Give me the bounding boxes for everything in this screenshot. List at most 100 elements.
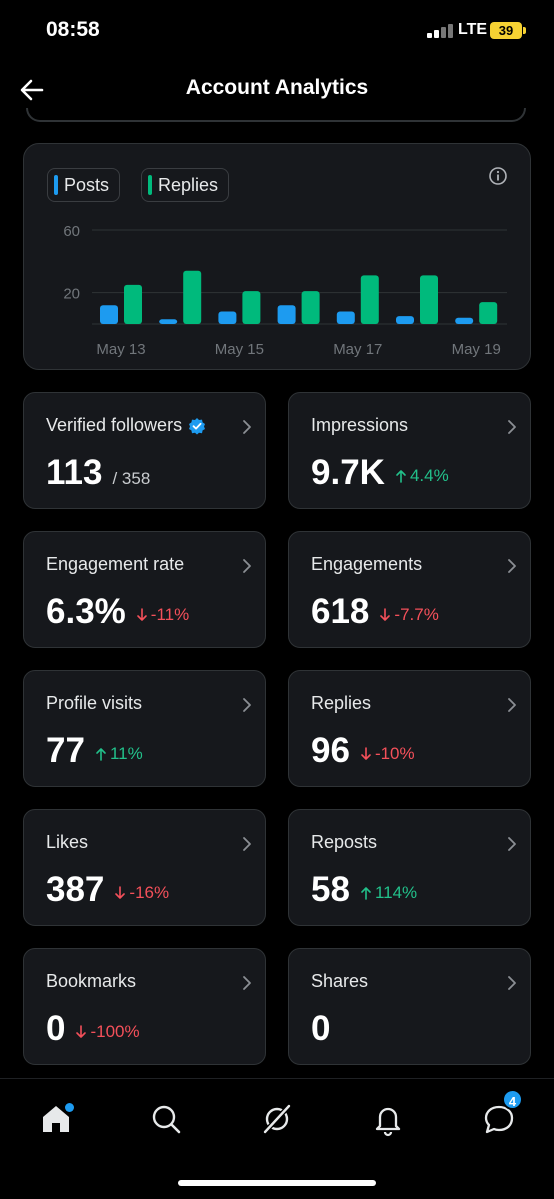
stat-delta-value: -10% (374, 744, 415, 763)
stat-delta: -16% (114, 883, 169, 903)
stat-card-likes[interactable]: Likes 387 -16% (23, 809, 266, 926)
stat-value-row: 77 11% (46, 731, 143, 771)
chevron-right-icon (243, 698, 251, 712)
chevron-right-icon (243, 837, 251, 851)
arrow-up-icon (96, 748, 106, 761)
notifications-icon (375, 1107, 401, 1137)
stat-label: Replies (311, 693, 371, 714)
x-tick-label: May 17 (333, 341, 382, 358)
bar-posts-6[interactable] (455, 317, 474, 324)
bar-replies-0[interactable] (124, 284, 142, 324)
stat-value-row: 387 -16% (46, 870, 169, 910)
stat-value-row: 0 (311, 1009, 330, 1049)
stat-card-verified-followers[interactable]: Verified followers 113 / 358 (23, 392, 266, 509)
stat-value-row: 6.3% -11% (46, 592, 189, 632)
nav-search[interactable] (148, 1101, 184, 1137)
stat-card-shares[interactable]: Shares 0 (288, 948, 531, 1065)
stat-card-profile-visits[interactable]: Profile visits 77 11% (23, 670, 266, 787)
stat-label: Engagement rate (46, 554, 184, 575)
chevron-right-icon (508, 559, 516, 573)
stat-label-text: Shares (311, 971, 369, 991)
arrow-up-icon (396, 470, 406, 483)
bar-replies-4[interactable] (360, 275, 379, 324)
stat-label: Shares (311, 971, 368, 992)
stat-card-impressions[interactable]: Impressions 9.7K 4.4% (288, 392, 531, 509)
bar-posts-4[interactable] (336, 311, 355, 324)
stat-label-text: Profile visits (46, 693, 143, 713)
home-notification-dot (65, 1103, 74, 1112)
battery-icon: 39 (490, 22, 526, 39)
bar-replies-2[interactable] (242, 291, 261, 324)
grok-icon (263, 1104, 291, 1134)
chevron-right-icon (243, 976, 251, 990)
arrow-down-icon (361, 747, 371, 760)
stat-label: Impressions (311, 415, 408, 436)
stat-label-text: Impressions (311, 415, 409, 435)
stat-delta: -10% (360, 744, 415, 764)
arrow-down-icon (136, 608, 147, 621)
y-tick-label: 60 (63, 223, 80, 240)
stat-card-engagements[interactable]: Engagements 618 -7.7% (288, 531, 531, 648)
stat-delta-value: 11% (109, 744, 143, 763)
stat-card-bookmarks[interactable]: Bookmarks 0 -100% (23, 948, 266, 1065)
cellular-signal-icon (427, 24, 453, 38)
bar-posts-5[interactable] (396, 316, 414, 324)
y-tick-label: 20 (63, 286, 80, 303)
collapsed-card-edge (26, 108, 526, 122)
bar-posts-1[interactable] (159, 319, 178, 324)
stat-label-text: Bookmarks (46, 971, 137, 991)
stat-value: 0 (46, 1009, 66, 1048)
status-time: 08:58 (46, 18, 100, 41)
stat-label: Engagements (311, 554, 422, 575)
stat-delta: -11% (136, 605, 189, 625)
stat-value-row: 618 -7.7% (311, 592, 439, 632)
stat-value: 113 (46, 453, 103, 492)
nav-home[interactable] (38, 1101, 74, 1137)
stat-card-engagement-rate[interactable]: Engagement rate 6.3% -11% (23, 531, 266, 648)
arrow-up-icon (361, 887, 371, 900)
status-bar: 08:58 LTE 39 (0, 0, 554, 60)
stat-value: 9.7K (311, 453, 385, 492)
bar-chart: 20 60 May 13 May 15 May 17 May 19 (63, 223, 507, 358)
stat-delta: -7.7% (379, 605, 439, 625)
stat-value-row: 9.7K 4.4% (311, 453, 449, 493)
stat-card-replies[interactable]: Replies 96 -10% (288, 670, 531, 787)
stat-value: 96 (311, 731, 350, 770)
page-title: Account Analytics (185, 76, 369, 99)
bar-posts-2[interactable] (218, 311, 237, 324)
stat-delta-value: 114% (374, 883, 418, 902)
network-type: LTE (458, 21, 488, 38)
stat-delta: 114% (360, 883, 417, 903)
bar-replies-5[interactable] (420, 275, 438, 324)
stat-label-text: Reposts (311, 832, 378, 852)
bar-posts-0[interactable] (100, 305, 118, 324)
arrow-down-icon (76, 1025, 87, 1038)
stat-value: 618 (311, 592, 370, 631)
stat-label-text: Verified followers (46, 415, 183, 435)
bar-replies-3[interactable] (301, 291, 320, 324)
arrow-down-icon (380, 608, 391, 621)
chevron-right-icon (508, 420, 516, 434)
stat-value-row: 0 -100% (46, 1009, 140, 1049)
bar-replies-1[interactable] (183, 270, 202, 324)
stat-delta-value: -7.7% (394, 605, 439, 624)
chevron-right-icon (243, 559, 251, 573)
x-tick-label: May 19 (452, 341, 501, 358)
stat-label-text: Replies (311, 693, 372, 713)
stat-label-text: Engagement rate (46, 554, 185, 574)
x-tick-label: May 15 (215, 341, 264, 358)
bar-posts-3[interactable] (277, 305, 296, 324)
stat-value-row: 113 / 358 (46, 453, 150, 493)
nav-notifications[interactable] (370, 1101, 406, 1137)
stat-label: Profile visits (46, 693, 142, 714)
nav-messages[interactable]: 4 (481, 1089, 523, 1137)
nav-grok[interactable] (259, 1101, 295, 1137)
stat-value: 6.3% (46, 592, 126, 631)
chevron-right-icon (508, 837, 516, 851)
stat-delta-value: -11% (150, 605, 190, 624)
stat-card-reposts[interactable]: Reposts 58 114% (288, 809, 531, 926)
stat-delta: 11% (95, 744, 143, 764)
activity-chart-card: Posts Replies 20 60 May 13 May 15 May 17 May … (23, 143, 531, 370)
stat-delta-value: 4.4% (409, 466, 449, 485)
bar-replies-6[interactable] (479, 302, 498, 324)
